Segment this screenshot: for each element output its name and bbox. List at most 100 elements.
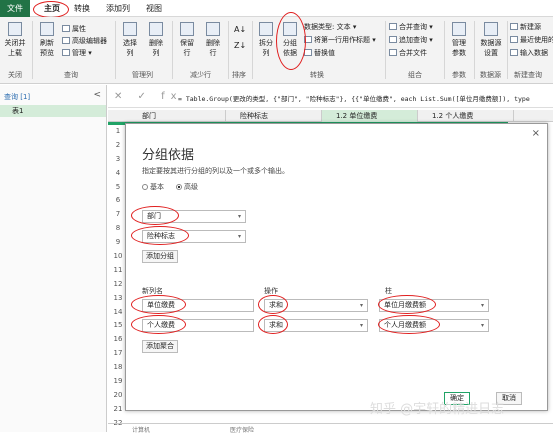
tab-transform[interactable]: 转换 <box>68 2 96 16</box>
append-queries-button[interactable]: 追加查询 ▾ <box>389 36 433 45</box>
watermark: 知乎 @宇轩的精进日志 <box>370 402 505 417</box>
remove-columns-button[interactable]: 删除 列 <box>145 22 167 58</box>
dialog-description: 指定要按其进行分组的列以及一个或多个输出。 <box>142 167 289 175</box>
group-column-select[interactable]: 险种标志 ▾ <box>142 230 246 243</box>
chevron-down-icon: ▾ <box>359 322 363 329</box>
group-by-icon <box>283 22 297 36</box>
close-apply-label: 关闭并 上载 <box>4 39 26 57</box>
sort-ascending-icon[interactable]: A↓ <box>234 25 246 34</box>
divider <box>228 21 229 79</box>
data-source-icon <box>484 22 498 36</box>
add-grouping-button[interactable]: 添加分组 <box>142 250 178 263</box>
formula-buttons[interactable]: ✕ ✓ fx <box>114 91 183 102</box>
column-select[interactable]: 单位月缴费额 ▾ <box>379 299 489 312</box>
cell: 计算机 <box>132 427 151 434</box>
close-icon[interactable]: × <box>532 128 540 139</box>
combine-files-button[interactable]: 合并文件 <box>389 49 427 58</box>
query-item[interactable]: 表1 <box>0 105 106 117</box>
close-apply-button[interactable]: 关闭并 上载 <box>3 22 27 58</box>
merge-icon <box>389 23 397 30</box>
operation-select[interactable]: 求和 ▾ <box>264 319 368 332</box>
new-source-icon <box>510 23 518 30</box>
radio-advanced[interactable]: 高级 <box>176 182 198 192</box>
remove-columns-label: 删除 列 <box>149 39 163 57</box>
enter-data-label: 输入数据 <box>520 49 548 57</box>
radio-selected-icon <box>176 184 182 190</box>
column-header-label: 柱 <box>385 287 392 295</box>
new-column-name-header: 新列名 <box>142 287 163 295</box>
new-source-button[interactable]: 新建源 <box>510 23 541 32</box>
group-label-reduce-rows: 减少行 <box>190 71 211 79</box>
advanced-editor-label: 高级编辑器 <box>72 37 107 45</box>
manage-label: 管理 <box>72 49 86 57</box>
formula-text[interactable]: = Table.Group(更改的类型, {"部门", "险种标志"}, {{"… <box>178 93 530 103</box>
combine-files-label: 合并文件 <box>399 49 427 57</box>
tab-add-column[interactable]: 添加列 <box>100 2 136 16</box>
sort-descending-icon[interactable]: Z↓ <box>234 41 246 50</box>
column-header[interactable]: 险种标志 <box>226 110 322 122</box>
recent-sources-icon <box>510 36 518 43</box>
refresh-preview-button[interactable]: 刷新 预览 <box>36 22 58 58</box>
group-column-select[interactable]: 部门 ▾ <box>142 210 246 223</box>
operation-select[interactable]: 求和 ▾ <box>264 299 368 312</box>
divider <box>444 21 445 79</box>
divider <box>474 21 475 79</box>
manage-parameters-button[interactable]: 管理 参数 <box>448 22 470 58</box>
replace-values-button[interactable]: 替换值 <box>304 49 335 58</box>
first-row-header-button[interactable]: 将第一行用作标题 ▾ <box>304 36 376 45</box>
column-select[interactable]: 个人月缴费额 ▾ <box>379 319 489 332</box>
column-header[interactable]: 1.2 个人缴费 <box>418 110 514 122</box>
new-source-label: 新建源 <box>520 23 541 31</box>
divider <box>507 21 508 79</box>
divider <box>252 21 253 79</box>
group-label-transform: 转换 <box>310 71 324 79</box>
keep-rows-icon <box>180 22 194 36</box>
column-value: 个人月缴费额 <box>384 321 426 329</box>
group-label-sort: 排序 <box>232 71 246 79</box>
add-aggregation-button[interactable]: 添加聚合 <box>142 340 178 353</box>
enter-data-button[interactable]: 输入数据 <box>510 49 548 58</box>
manage-parameters-label: 管理 参数 <box>452 39 466 57</box>
chevron-down-icon: ▾ <box>237 233 241 240</box>
merge-queries-label: 合并查询 <box>399 23 427 31</box>
manage-button[interactable]: 管理 ▾ <box>62 49 92 58</box>
advanced-editor-button[interactable]: 高级编辑器 <box>62 37 107 46</box>
split-column-icon <box>259 22 273 36</box>
merge-queries-button[interactable]: 合并查询 ▾ <box>389 23 433 32</box>
chevron-down-icon: ▾ <box>237 213 241 220</box>
tab-home[interactable]: 主页 <box>38 2 66 16</box>
properties-icon <box>62 25 70 32</box>
remove-rows-button[interactable]: 删除 行 <box>202 22 224 58</box>
data-type-label: 数据类型: 文本 <box>304 23 351 31</box>
remove-columns-icon <box>149 22 163 36</box>
divider <box>115 21 116 79</box>
choose-columns-label: 选择 列 <box>123 39 137 57</box>
group-label-manage-columns: 管理列 <box>132 71 153 79</box>
manage-icon <box>62 49 70 56</box>
tab-file[interactable]: 文件 <box>0 0 30 17</box>
tab-view[interactable]: 视图 <box>140 2 168 16</box>
queries-header: 查询 [1] <box>4 93 31 101</box>
split-column-button[interactable]: 拆分 列 <box>256 22 276 58</box>
group-by-button[interactable]: 分组 依据 <box>280 22 300 58</box>
collapse-pane-icon[interactable]: < <box>93 90 101 100</box>
queries-pane: 查询 [1] < 表1 <box>0 85 107 432</box>
group-label-parameters: 参数 <box>452 71 466 79</box>
group-column-value: 部门 <box>147 212 161 220</box>
radio-basic[interactable]: 基本 <box>142 182 164 192</box>
column-header[interactable]: 1.2 单位缴费 <box>322 110 418 122</box>
data-type-dropdown[interactable]: 数据类型: 文本 ▾ <box>304 23 356 32</box>
recent-sources-button[interactable]: 最近使用的源 <box>510 36 553 45</box>
properties-button[interactable]: 属性 <box>62 25 86 34</box>
keep-rows-button[interactable]: 保留 行 <box>176 22 198 58</box>
new-column-name-input[interactable]: 单位缴费 <box>142 299 254 312</box>
data-source-settings-button[interactable]: 数据源 设置 <box>478 22 504 58</box>
new-column-name-input[interactable]: 个人缴费 <box>142 319 254 332</box>
editor-icon <box>62 37 70 44</box>
choose-columns-icon <box>123 22 137 36</box>
group-label-query: 查询 <box>64 71 78 79</box>
choose-columns-button[interactable]: 选择 列 <box>119 22 141 58</box>
replace-values-label: 替换值 <box>314 49 335 57</box>
column-header[interactable]: 部门 <box>128 110 226 122</box>
properties-label: 属性 <box>72 25 86 33</box>
